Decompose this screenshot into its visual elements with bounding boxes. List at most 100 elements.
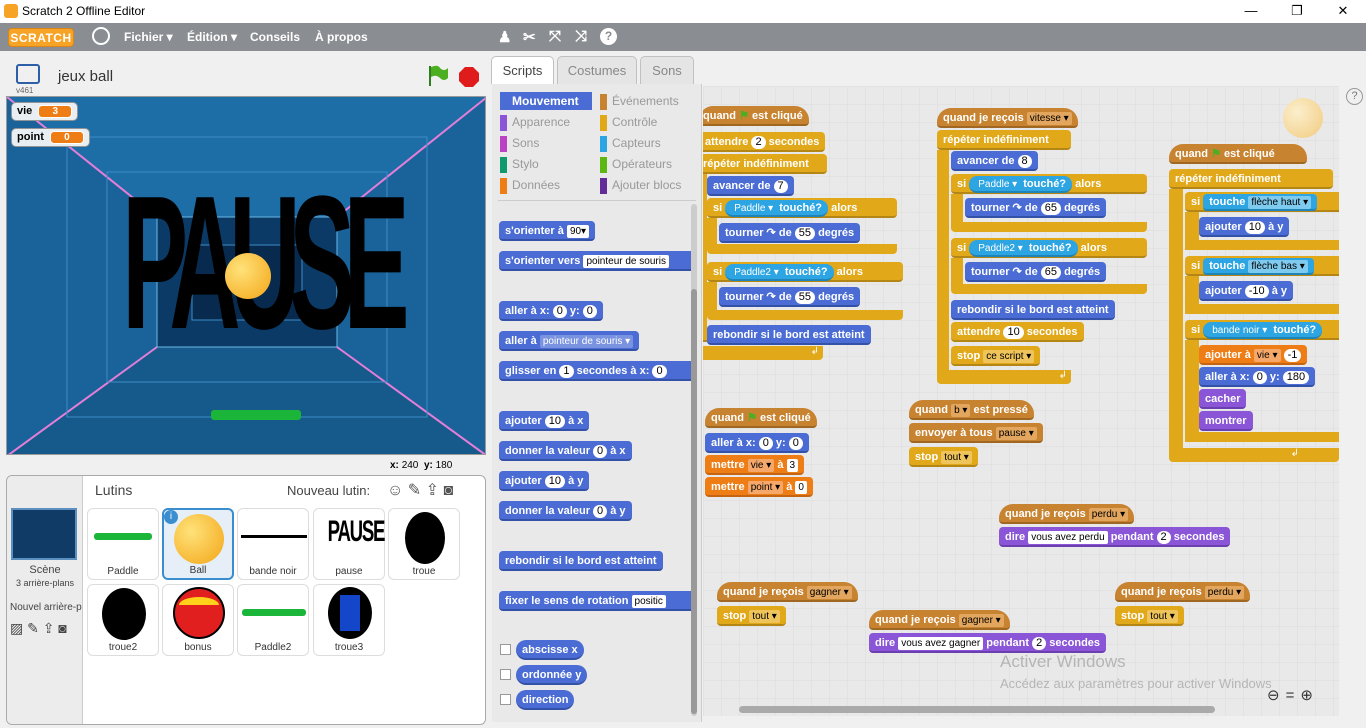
category-controle[interactable]: Contrôle: [600, 113, 657, 131]
info-icon[interactable]: i: [164, 510, 178, 524]
shrink-icon[interactable]: ⤨: [575, 28, 587, 45]
hat-touche-b[interactable]: quand b ▾ est pressé: [909, 400, 1034, 420]
zoom-reset-icon[interactable]: =: [1286, 687, 1301, 704]
block-cacher[interactable]: cacher: [1199, 389, 1247, 409]
globe-icon[interactable]: [92, 27, 110, 45]
project-name[interactable]: jeux ball: [58, 68, 113, 85]
block-stop-tout-e[interactable]: stop tout ▾: [909, 447, 978, 467]
monitor-point[interactable]: point 0: [11, 128, 90, 147]
palette-block-rebondir[interactable]: rebondir si le bord est atteint: [499, 551, 663, 571]
block-dire-gagner[interactable]: dire vous avez gagner pendant 2 secondes: [869, 633, 1107, 653]
menu-fichier[interactable]: Fichier ▾: [124, 30, 173, 44]
stage[interactable]: PAUSE vie3 point0: [6, 96, 486, 455]
sprite-tile-ball[interactable]: i Ball: [162, 508, 234, 580]
block-montrer[interactable]: montrer: [1199, 411, 1253, 431]
checkbox-abscisse[interactable]: [500, 644, 511, 655]
scripts-area[interactable]: quand ⚑ est cliqué attendre 2 secondes r…: [703, 86, 1339, 716]
block-avancer-a[interactable]: avancer de 7: [707, 176, 794, 196]
backdrop-tools-icons[interactable]: ▨ ✎ ⇪ ◙: [10, 620, 67, 637]
block-envoyer-pause[interactable]: envoyer à tous pause ▾: [909, 423, 1043, 443]
tab-sons[interactable]: Sons: [640, 56, 694, 84]
zoom-in-icon[interactable]: ⊕: [1300, 687, 1319, 704]
sprite-tile-paddle2[interactable]: Paddle2: [237, 584, 309, 656]
block-tourner-65-b[interactable]: tourner ↷ de 65 degrés: [965, 262, 1107, 282]
checkbox-direction[interactable]: [500, 694, 511, 705]
palette-block-aller-xy[interactable]: aller à x: 0 y: 0: [499, 301, 603, 321]
palette-block-ajouter-x[interactable]: ajouter 10 à x: [499, 411, 590, 431]
hat-recois-gagner-a[interactable]: quand je reçois gagner ▾: [717, 582, 858, 602]
green-flag-icon[interactable]: [426, 64, 450, 88]
cut-icon[interactable]: ✂: [523, 28, 536, 46]
palette-block-valeur-x[interactable]: donner la valeur 0 à x: [499, 441, 632, 461]
block-ajouter-vie[interactable]: ajouter à vie ▾ -1: [1199, 345, 1308, 365]
reporter-ordonnee[interactable]: ordonnée y: [516, 665, 588, 685]
scripts-horizontal-scrollbar[interactable]: [739, 706, 1215, 713]
sprite-tile-pause[interactable]: PAUSE pause: [313, 508, 385, 580]
block-repeter-a[interactable]: répéter indéfiniment: [703, 154, 827, 174]
reporter-direction[interactable]: direction: [516, 690, 575, 710]
block-ajouter-m10-y[interactable]: ajouter -10 à y: [1199, 281, 1294, 301]
palette-block-glisser[interactable]: glisser en 1 secondes à x: 0: [499, 361, 695, 381]
block-stop-tout-i[interactable]: stop tout ▾: [1115, 606, 1184, 626]
scratch-logo[interactable]: SCRATCH: [8, 28, 74, 47]
category-apparence[interactable]: Apparence: [500, 113, 570, 131]
hat-recois-vitesse[interactable]: quand je reçois vitesse ▾: [937, 108, 1078, 128]
hat-recois-perdu[interactable]: quand je reçois perdu ▾: [999, 504, 1135, 524]
block-rebondir-a[interactable]: rebondir si le bord est atteint: [707, 325, 871, 345]
palette-scrollbar[interactable]: [691, 204, 697, 716]
menu-conseils[interactable]: Conseils: [250, 30, 300, 44]
tab-scripts[interactable]: Scripts: [491, 56, 554, 84]
category-evenements[interactable]: Événements: [600, 92, 679, 110]
block-ajouter-10-y[interactable]: ajouter 10 à y: [1199, 217, 1290, 237]
block-si-paddle[interactable]: si Paddle ▾ touché? alors: [707, 198, 897, 218]
block-si-fleche-haut[interactable]: si touche flèche haut ▾: [1185, 192, 1339, 212]
block-aller-0-0[interactable]: aller à x: 0 y: 0: [705, 433, 809, 453]
block-tourner-55-a[interactable]: tourner ↷ de 55 degrés: [719, 223, 861, 243]
sprite-tile-paddle[interactable]: Paddle: [87, 508, 159, 580]
category-stylo[interactable]: Stylo: [500, 155, 539, 173]
category-operateurs[interactable]: Opérateurs: [600, 155, 672, 173]
help-panel-icon[interactable]: ?: [1346, 88, 1363, 105]
scene-thumbnail[interactable]: [11, 508, 77, 560]
block-tourner-55-b[interactable]: tourner ↷ de 55 degrés: [719, 287, 861, 307]
tab-costumes[interactable]: Costumes: [557, 56, 637, 84]
paddle-sprite[interactable]: [211, 410, 301, 420]
fullscreen-icon[interactable]: [16, 64, 40, 84]
block-repeter-c[interactable]: répéter indéfiniment: [1169, 169, 1333, 189]
category-capteurs[interactable]: Capteurs: [600, 134, 661, 152]
category-ajouter-blocs[interactable]: Ajouter blocs: [600, 176, 681, 194]
block-aller-0-180[interactable]: aller à x: 0 y: 180: [1199, 367, 1316, 387]
menu-a-propos[interactable]: À propos: [315, 30, 368, 44]
block-rebondir-b[interactable]: rebondir si le bord est atteint: [951, 300, 1115, 320]
reporter-abscisse[interactable]: abscisse x: [516, 640, 584, 660]
palette-block-orienter[interactable]: s'orienter à 90▾: [499, 221, 596, 241]
stop-icon[interactable]: [458, 66, 480, 88]
block-avancer-b[interactable]: avancer de 8: [951, 151, 1038, 171]
block-dire-perdu[interactable]: dire vous avez perdu pendant 2 secondes: [999, 527, 1231, 547]
block-attendre-b[interactable]: attendre 10 secondes: [951, 322, 1084, 342]
block-si-paddle2-b[interactable]: si Paddle2 ▾ touché? alors: [951, 238, 1147, 258]
new-sprite-tools-icons[interactable]: ☺ ✎ ⇪ ◙: [387, 480, 453, 500]
hat-recois-gagner-b[interactable]: quand je reçois gagner ▾: [869, 610, 1010, 630]
block-mettre-point[interactable]: mettre point ▾ à 0: [705, 477, 813, 497]
restore-button[interactable]: ❐: [1274, 0, 1320, 23]
hat-green-flag-a[interactable]: quand ⚑ est cliqué: [703, 106, 809, 126]
monitor-vie[interactable]: vie 3: [11, 102, 79, 121]
palette-block-ajouter-y[interactable]: ajouter 10 à y: [499, 471, 590, 491]
block-tourner-65-a[interactable]: tourner ↷ de 65 degrés: [965, 198, 1107, 218]
sprite-tile-bonus[interactable]: bonus: [162, 584, 234, 656]
sprite-tile-troue2[interactable]: troue2: [87, 584, 159, 656]
block-stop-tout-g[interactable]: stop tout ▾: [717, 606, 786, 626]
sprite-tile-bande-noir[interactable]: bande noir: [237, 508, 309, 580]
block-si-paddle-b[interactable]: si Paddle ▾ touché? alors: [951, 174, 1147, 194]
zoom-controls[interactable]: ⊖=⊕: [1267, 686, 1319, 704]
block-si-fleche-bas[interactable]: si touche flèche bas ▾: [1185, 256, 1339, 276]
minimize-button[interactable]: —: [1228, 0, 1274, 23]
category-sons[interactable]: Sons: [500, 134, 539, 152]
sprite-tile-troue3[interactable]: troue3: [313, 584, 385, 656]
block-attendre-a[interactable]: attendre 2 secondes: [703, 132, 826, 152]
palette-block-valeur-y[interactable]: donner la valeur 0 à y: [499, 501, 632, 521]
block-si-paddle2[interactable]: si Paddle2 ▾ touché? alors: [707, 262, 903, 282]
palette-block-sens-rotation[interactable]: fixer le sens de rotation positic: [499, 591, 695, 611]
menu-edition[interactable]: Édition ▾: [187, 30, 237, 44]
